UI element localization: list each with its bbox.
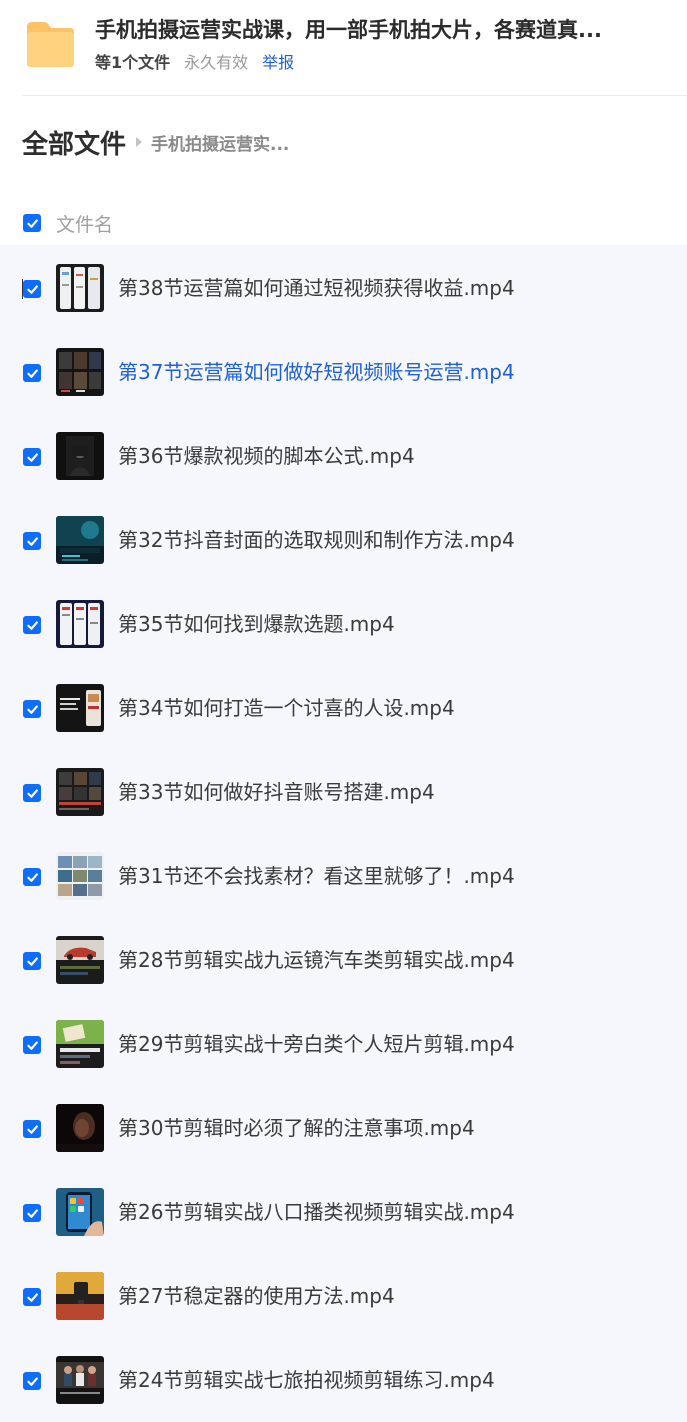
file-row[interactable]: 第26节剪辑实战八口播类视频剪辑实战.mp4 <box>0 1169 687 1253</box>
video-thumbnail-green-edit <box>56 1020 104 1068</box>
folder-icon <box>23 19 77 69</box>
checkmark-icon <box>26 368 38 378</box>
file-row[interactable]: 第34节如何打造一个讨喜的人设.mp4 <box>0 665 687 749</box>
file-row[interactable]: 第24节剪辑实战七旅拍视频剪辑练习.mp4 <box>0 1337 687 1421</box>
checkmark-icon <box>26 284 38 294</box>
video-thumbnail-cyan-cover <box>56 516 104 564</box>
file-name[interactable]: 第27节稳定器的使用方法.mp4 <box>118 1282 395 1310</box>
column-header: 文件名 <box>0 202 687 244</box>
video-thumbnail-text-slide <box>56 684 104 732</box>
checkmark-icon <box>26 536 38 546</box>
file-list: 第38节运营篇如何通过短视频获得收益.mp4 第37节运营篇如何做好短视频账号运营… <box>0 245 687 1422</box>
file-name[interactable]: 第34节如何打造一个讨喜的人设.mp4 <box>118 694 455 722</box>
header-divider <box>22 95 687 96</box>
file-name[interactable]: 第28节剪辑实战九运镜汽车类剪辑实战.mp4 <box>118 946 515 974</box>
file-checkbox[interactable] <box>23 1036 41 1054</box>
video-thumbnail-profile-grid <box>56 768 104 816</box>
file-name[interactable]: 第37节运营篇如何做好短视频账号运营.mp4 <box>118 358 515 386</box>
video-thumbnail-travel-group <box>56 1356 104 1404</box>
checkmark-icon <box>26 620 38 630</box>
file-count: 等1个文件 <box>95 53 171 72</box>
file-checkbox[interactable] <box>23 280 41 298</box>
checkmark-icon <box>26 788 38 798</box>
checkmark-icon <box>26 1124 38 1134</box>
file-checkbox[interactable] <box>23 1288 41 1306</box>
checkmark-icon <box>26 1376 38 1386</box>
video-thumbnail-portrait-dark <box>56 432 104 480</box>
file-checkbox[interactable] <box>23 616 41 634</box>
file-row[interactable]: 第38节运营篇如何通过短视频获得收益.mp4 <box>0 245 687 329</box>
checkmark-icon <box>26 1292 38 1302</box>
video-thumbnail-dark-face <box>56 1104 104 1152</box>
video-thumbnail-phone-lists <box>56 600 104 648</box>
file-checkbox[interactable] <box>23 1372 41 1390</box>
breadcrumb: 全部文件 手机拍摄运营实... <box>22 124 289 160</box>
select-all-checkbox[interactable] <box>23 214 41 232</box>
validity-text: 永久有效 <box>184 53 249 72</box>
file-checkbox[interactable] <box>23 1120 41 1138</box>
file-row[interactable]: 第29节剪辑实战十旁白类个人短片剪辑.mp4 <box>0 1001 687 1085</box>
file-row[interactable]: 第36节爆款视频的脚本公式.mp4 <box>0 413 687 497</box>
file-name[interactable]: 第29节剪辑实战十旁白类个人短片剪辑.mp4 <box>118 1030 515 1058</box>
file-checkbox[interactable] <box>23 952 41 970</box>
checkmark-icon <box>26 1208 38 1218</box>
checkmark-icon <box>26 704 38 714</box>
file-name[interactable]: 第38节运营篇如何通过短视频获得收益.mp4 <box>118 274 515 302</box>
file-row[interactable]: 第27节稳定器的使用方法.mp4 <box>0 1253 687 1337</box>
breadcrumb-current: 手机拍摄运营实... <box>151 134 290 155</box>
file-checkbox[interactable] <box>23 700 41 718</box>
checkmark-icon <box>26 872 38 882</box>
share-meta: 等1个文件 永久有效 举报 <box>95 50 294 72</box>
file-name[interactable]: 第36节爆款视频的脚本公式.mp4 <box>118 442 415 470</box>
video-thumbnail-phone-screens <box>56 264 104 312</box>
file-row[interactable]: 第33节如何做好抖音账号搭建.mp4 <box>0 749 687 833</box>
column-header-filename[interactable]: 文件名 <box>56 210 113 237</box>
file-checkbox[interactable] <box>23 868 41 886</box>
file-checkbox[interactable] <box>23 448 41 466</box>
file-checkbox[interactable] <box>23 1204 41 1222</box>
file-row[interactable]: 第28节剪辑实战九运镜汽车类剪辑实战.mp4 <box>0 917 687 1001</box>
video-thumbnail-phone-hand <box>56 1188 104 1236</box>
file-name[interactable]: 第31节还不会找素材？看这里就够了！.mp4 <box>118 862 515 890</box>
file-name[interactable]: 第35节如何找到爆款选题.mp4 <box>118 610 395 638</box>
video-thumbnail-dark-grid <box>56 348 104 396</box>
checkmark-icon <box>26 1040 38 1050</box>
file-name[interactable]: 第33节如何做好抖音账号搭建.mp4 <box>118 778 435 806</box>
share-header: 手机拍摄运营实战课，用一部手机拍大片，各赛道真... 等1个文件 永久有效 举报 <box>0 0 687 96</box>
file-row[interactable]: 第35节如何找到爆款选题.mp4 <box>0 581 687 665</box>
file-checkbox[interactable] <box>23 532 41 550</box>
checkmark-icon <box>26 956 38 966</box>
file-name[interactable]: 第24节剪辑实战七旅拍视频剪辑练习.mp4 <box>118 1366 495 1394</box>
breadcrumb-root[interactable]: 全部文件 <box>22 124 126 161</box>
file-row[interactable]: 第31节还不会找素材？看这里就够了！.mp4 <box>0 833 687 917</box>
video-thumbnail-landscape-grid <box>56 852 104 900</box>
file-row[interactable]: 第30节剪辑时必须了解的注意事项.mp4 <box>0 1085 687 1169</box>
share-title: 手机拍摄运营实战课，用一部手机拍大片，各赛道真... <box>95 18 602 42</box>
file-name[interactable]: 第26节剪辑实战八口播类视频剪辑实战.mp4 <box>118 1198 515 1226</box>
file-name[interactable]: 第30节剪辑时必须了解的注意事项.mp4 <box>118 1114 475 1142</box>
breadcrumb-separator-icon <box>136 137 143 147</box>
video-thumbnail-car-edit <box>56 936 104 984</box>
file-name[interactable]: 第32节抖音封面的选取规则和制作方法.mp4 <box>118 526 515 554</box>
report-link[interactable]: 举报 <box>262 49 294 73</box>
file-row[interactable]: 第32节抖音封面的选取规则和制作方法.mp4 <box>0 497 687 581</box>
checkmark-icon <box>26 452 38 462</box>
checkmark-icon <box>26 218 38 228</box>
file-checkbox[interactable] <box>23 364 41 382</box>
file-checkbox[interactable] <box>23 784 41 802</box>
video-thumbnail-gimbal <box>56 1272 104 1320</box>
file-row[interactable]: 第37节运营篇如何做好短视频账号运营.mp4 <box>0 329 687 413</box>
